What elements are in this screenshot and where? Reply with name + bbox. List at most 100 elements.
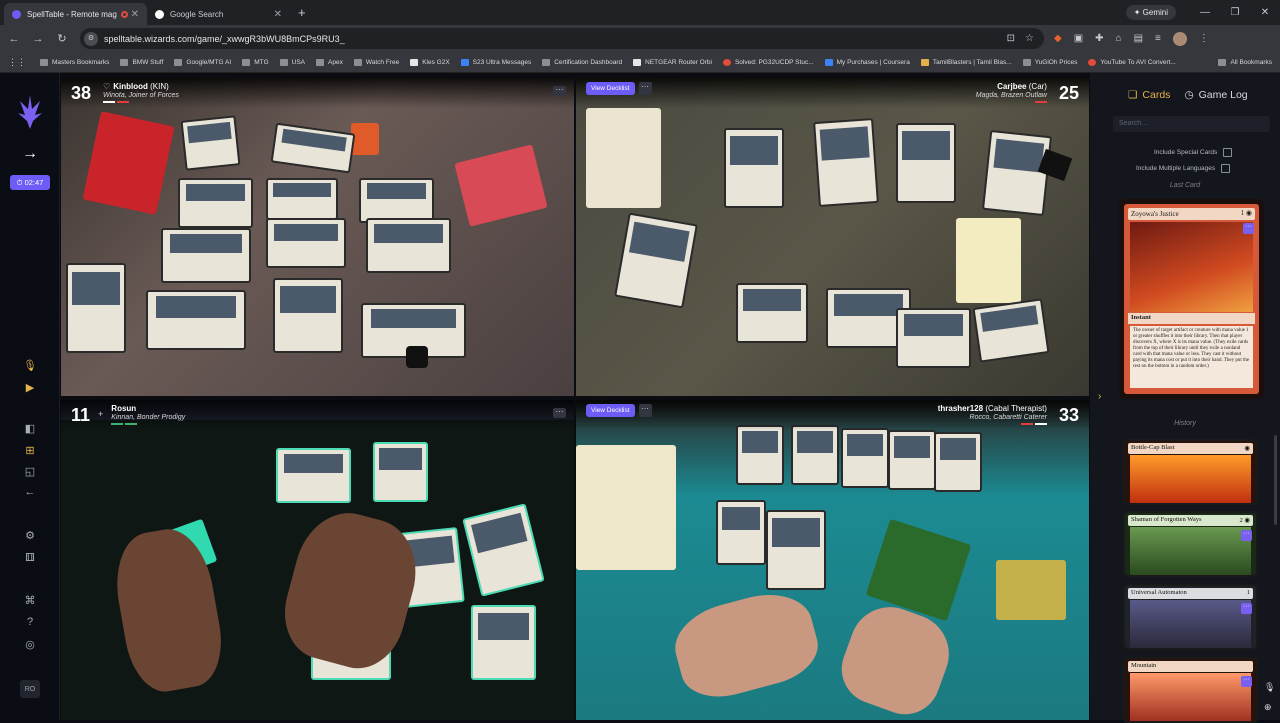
user-avatar[interactable]: RO — [20, 680, 40, 698]
layout-focus-icon[interactable]: ◱ — [22, 463, 38, 479]
bookmark-item[interactable]: My Purchases | Coursera — [824, 58, 910, 66]
bookmark-item[interactable]: Certification Dashboard — [542, 58, 622, 66]
card-menu-button[interactable]: ··· — [1241, 530, 1252, 541]
history-card[interactable]: Universal Automaton 1 ··· — [1123, 584, 1258, 650]
install-app-icon[interactable]: ⊡ — [1007, 33, 1015, 44]
player-menu-button[interactable]: ··· — [638, 404, 652, 417]
player-feed-thrasher128[interactable]: View Decklist ··· thrasher128 (Cabal The… — [576, 400, 1089, 720]
reload-icon[interactable]: ↻ — [50, 32, 74, 45]
history-card[interactable]: Mountain ··· — [1123, 657, 1258, 723]
layout-sidebar-icon[interactable]: ◧ — [22, 420, 38, 436]
camera-icon[interactable]: ▶ — [22, 379, 38, 395]
leave-game-icon[interactable]: ← — [22, 484, 38, 500]
bookmark-item[interactable]: Masters Bookmarks — [40, 58, 109, 66]
player-feed-kinblood[interactable]: 38 ♡ Kinblood (KIN) Winota, Joiner of For… — [61, 78, 574, 396]
bookmark-item[interactable]: Apex — [316, 58, 343, 66]
life-total[interactable]: 25 — [1059, 82, 1079, 104]
extension-brave-icon[interactable]: ◆ — [1054, 33, 1062, 44]
plus-icon[interactable]: + — [98, 409, 103, 419]
commander-name[interactable]: Magda, Brazen Outlaw — [976, 92, 1047, 99]
folder-icon — [353, 58, 362, 66]
bookmark-item[interactable]: Solved: PG32UCDP Stuc... — [722, 58, 814, 66]
bookmark-item[interactable]: Kles G2X — [410, 58, 450, 66]
life-total[interactable]: 11 — [71, 404, 90, 426]
keyboard-shortcuts-icon[interactable]: ⌘ — [22, 592, 38, 608]
bookmark-item[interactable]: USA — [279, 58, 305, 66]
last-card-preview[interactable]: Zoyowa's Justice 1 ◉ Instant The owner of… — [1119, 199, 1264, 399]
browser-tab-google[interactable]: Google Search ✕ — [147, 3, 290, 25]
tamil-icon — [920, 58, 929, 66]
player-menu-button[interactable]: ··· — [553, 86, 566, 96]
apps-grid-icon[interactable]: ⋮⋮ — [8, 57, 26, 68]
bookmark-item[interactable]: YouTube To AVI Convert... — [1088, 58, 1176, 66]
card-name: Shaman of Forgotten Ways — [1131, 516, 1202, 523]
life-total[interactable]: 33 — [1059, 404, 1079, 426]
chrome-menu-icon[interactable]: ⋮ — [1199, 33, 1209, 44]
card-menu-button[interactable]: ··· — [1241, 603, 1252, 614]
player-menu-button[interactable]: ··· — [553, 408, 566, 418]
checkbox[interactable] — [1221, 164, 1231, 173]
yugioh-icon — [1022, 58, 1031, 66]
extensions-puzzle-icon[interactable]: ✚ — [1095, 33, 1103, 44]
help-icon[interactable]: ? — [22, 614, 38, 630]
all-bookmarks[interactable]: All Bookmarks — [1218, 58, 1272, 66]
view-decklist-button[interactable]: View Decklist — [586, 404, 635, 417]
maximize-button[interactable]: ❐ — [1220, 7, 1250, 18]
new-tab-button[interactable]: + — [298, 5, 306, 20]
player-feed-carjbee[interactable]: View Decklist ··· Carjbee (Car) Magda, B… — [576, 78, 1089, 396]
coursera-icon — [824, 58, 833, 66]
minimize-button[interactable]: — — [1190, 7, 1220, 18]
bookmark-item[interactable]: BMW Stuff — [120, 58, 163, 66]
player-menu-button[interactable]: ··· — [638, 82, 652, 95]
commander-name[interactable]: Rocco, Cabaretti Caterer — [938, 414, 1047, 421]
bookmark-star-icon[interactable]: ☆ — [1025, 33, 1034, 44]
player-feed-rosun[interactable]: 11 + Rosun Kinnan, Bonder Prodigy ··· — [61, 400, 574, 720]
profile-avatar[interactable] — [1172, 31, 1187, 46]
tab-cards[interactable]: ❏ Cards — [1128, 89, 1170, 101]
browser-tab-spelltable[interactable]: SpellTable - Remote magic madn ✕ — [4, 3, 147, 25]
extension-bag-icon[interactable]: ⌂ — [1116, 33, 1122, 44]
site-info-icon[interactable]: ⚙ — [84, 31, 98, 46]
commander-name[interactable]: Kinnan, Bonder Prodigy — [111, 414, 185, 421]
media-controls-icon[interactable]: ≡ — [1155, 33, 1161, 44]
microphone-icon[interactable]: 🎙 — [22, 357, 38, 373]
expand-panel-chevron-icon[interactable]: › — [1098, 391, 1101, 402]
accessibility-icon[interactable]: ⊕ — [1264, 702, 1272, 713]
bookmark-item[interactable]: NETGEAR Router Orbi — [633, 58, 712, 66]
include-languages-option[interactable]: Include Multiple Languages — [1136, 164, 1231, 173]
support-lifebuoy-icon[interactable]: ◎ — [22, 636, 38, 652]
life-total[interactable]: 38 — [71, 82, 91, 104]
back-icon[interactable]: ← — [2, 33, 26, 45]
include-special-cards-option[interactable]: Include Special Cards — [1154, 148, 1233, 157]
close-tab-icon[interactable]: ✕ — [131, 9, 139, 20]
history-card[interactable]: Bottle-Cap Blast ◉ — [1123, 439, 1258, 505]
settings-gear-icon[interactable]: ⚙ — [22, 527, 38, 543]
microphone-icon[interactable]: 🎙 — [1264, 682, 1275, 693]
bookmark-item[interactable]: TamilBlasters | Tamil Blas... — [920, 58, 1012, 66]
bookmark-item[interactable]: S23 Ultra Messages — [460, 58, 531, 66]
card-search-input[interactable]: Search... — [1113, 116, 1270, 132]
dice-icon[interactable]: ⚅ — [22, 549, 38, 565]
arrow-right-icon[interactable]: → — [22, 145, 38, 162]
card-menu-button[interactable]: ··· — [1241, 676, 1252, 687]
tab-game-log[interactable]: ◷ Game Log — [1184, 89, 1247, 101]
history-card[interactable]: Shaman of Forgotten Ways 2 ◉ ··· — [1123, 511, 1258, 577]
close-window-button[interactable]: ✕ — [1250, 7, 1280, 18]
bookmark-item[interactable]: YuGiOh Prices — [1022, 58, 1077, 66]
card-menu-button[interactable]: ··· — [1243, 223, 1254, 234]
close-tab-icon[interactable]: ✕ — [274, 9, 282, 20]
gemini-button[interactable]: ✦ Gemini — [1125, 5, 1176, 20]
game-timer: ⏱ 02:47 — [10, 175, 50, 190]
commander-name[interactable]: Winota, Joiner of Forces — [103, 92, 179, 99]
checkbox[interactable] — [1223, 148, 1233, 157]
bookmark-item[interactable]: MTG — [242, 58, 269, 66]
bookmark-item[interactable]: Google/MTG AI — [174, 58, 231, 66]
view-decklist-button[interactable]: View Decklist — [586, 82, 635, 95]
forward-icon[interactable]: → — [26, 33, 50, 45]
grid-layout-icon[interactable]: ⊞ — [22, 442, 38, 458]
url-bar[interactable]: ⚙ spelltable.wizards.com/game/_xwwgR3bWU… — [80, 28, 1044, 49]
history-scrollbar[interactable] — [1274, 435, 1277, 525]
bookmark-item[interactable]: Watch Free — [353, 58, 399, 66]
tab-search-icon[interactable]: ▤ — [1134, 33, 1143, 44]
extension-icon[interactable]: ▣ — [1074, 33, 1083, 44]
